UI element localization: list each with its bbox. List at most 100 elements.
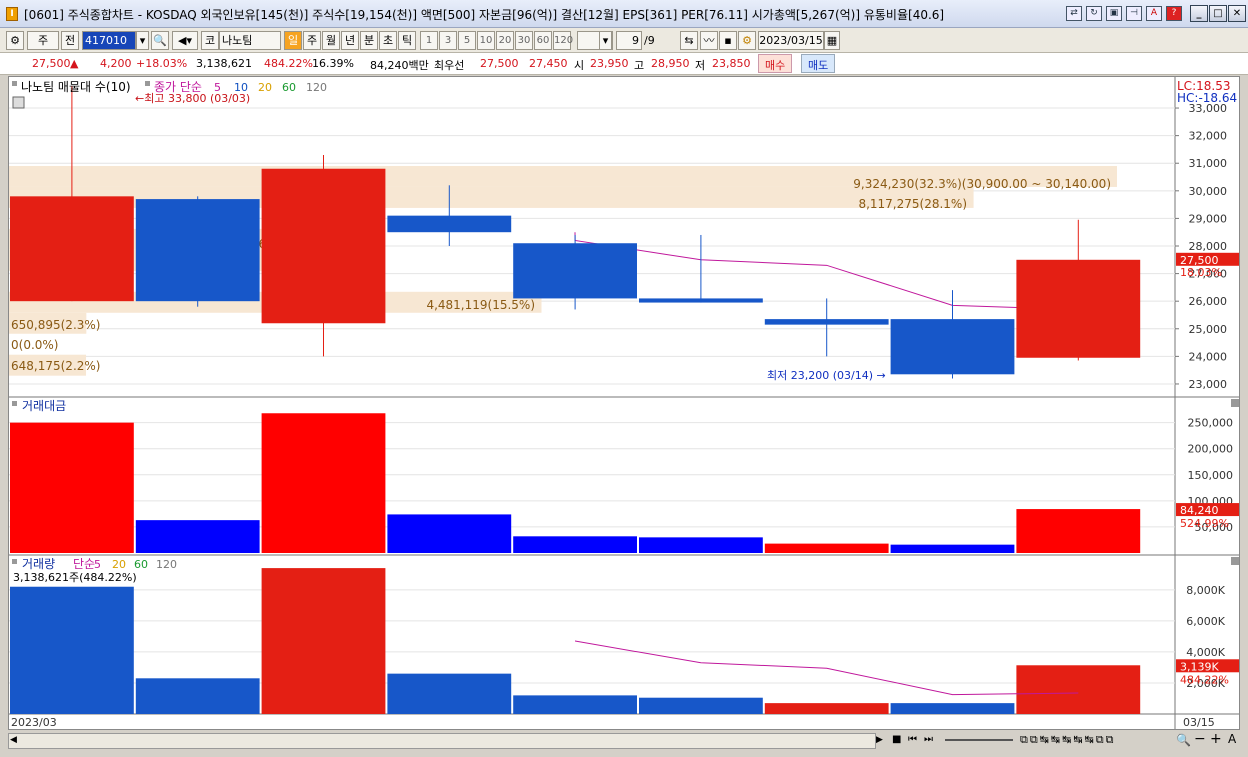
interval-button-60[interactable]: 60 bbox=[534, 31, 552, 50]
zoom-in-icon[interactable]: + bbox=[1210, 731, 1222, 747]
zoom-icon[interactable]: 🔍 bbox=[1176, 733, 1191, 747]
save-icon[interactable]: ▪ bbox=[719, 31, 737, 50]
volume-bar bbox=[387, 673, 512, 714]
low-label: 저 bbox=[695, 59, 706, 72]
current-amount-pct: 524.99% bbox=[1180, 517, 1229, 530]
settings-icon[interactable]: ⚙ bbox=[6, 31, 24, 50]
trend-icon[interactable]: 〰 bbox=[700, 31, 718, 50]
panel-close-icon bbox=[1231, 399, 1239, 407]
amount-axis-label: 200,000 bbox=[1188, 443, 1234, 456]
window-titlebar: I [0601] 주식종합차트 - KOSDAQ 외국인보유[145(천)] 주… bbox=[0, 0, 1248, 28]
period-button-3[interactable]: 년 bbox=[341, 31, 359, 50]
period-button-4[interactable]: 분 bbox=[360, 31, 378, 50]
interval-button-30[interactable]: 30 bbox=[515, 31, 533, 50]
price-axis-label: 26,000 bbox=[1189, 295, 1228, 308]
window-title: [0601] 주식종합차트 - KOSDAQ 외국인보유[145(천)] 주식수… bbox=[24, 8, 945, 22]
date-input[interactable]: 2023/03/15 bbox=[758, 31, 824, 50]
volume-ma-period: 120 bbox=[156, 558, 177, 571]
priority-label: 최우선 bbox=[434, 59, 465, 72]
amount-bar bbox=[387, 514, 512, 553]
stock-name-field[interactable]: 나노팀 bbox=[219, 31, 281, 50]
price-axis-label: 32,000 bbox=[1189, 130, 1228, 143]
page-count[interactable]: 9 bbox=[616, 31, 642, 50]
legend-bullet bbox=[145, 81, 150, 86]
buy-button[interactable]: 매수 bbox=[758, 54, 793, 73]
amount-bar bbox=[639, 537, 763, 553]
legend-bullet bbox=[12, 81, 17, 86]
prefix-select[interactable]: 주 bbox=[27, 31, 59, 50]
stop-icon[interactable]: ■ bbox=[892, 734, 901, 745]
volume-bar bbox=[764, 703, 889, 714]
volume-ma5-line bbox=[575, 640, 1079, 696]
volume-bar bbox=[10, 586, 134, 714]
gear-icon[interactable]: ⚙ bbox=[738, 31, 756, 50]
font-size-icon[interactable]: A bbox=[1228, 732, 1236, 746]
open-label: 시 bbox=[574, 59, 585, 72]
candle-body bbox=[890, 319, 1015, 375]
period-button-6[interactable]: 틱 bbox=[398, 31, 416, 50]
period-button-2[interactable]: 월 bbox=[322, 31, 340, 50]
volume-axis-label: 6,000K bbox=[1186, 615, 1225, 628]
interval-dropdown-icon[interactable]: ▾ bbox=[599, 31, 612, 50]
volume-bar bbox=[639, 697, 763, 714]
layout-icons[interactable]: ⧉⧉↹↹↹↹↹⧉⧉ bbox=[1020, 733, 1116, 747]
period-button-1[interactable]: 주 bbox=[303, 31, 321, 50]
interval-button-1[interactable]: 1 bbox=[420, 31, 438, 50]
interval-button-120[interactable]: 120 bbox=[553, 31, 573, 50]
help-icon[interactable]: ? bbox=[1166, 6, 1182, 21]
font-icon[interactable]: A bbox=[1146, 6, 1162, 21]
first-icon[interactable]: ⏮ bbox=[908, 734, 917, 745]
sound-icon[interactable]: ◀▾ bbox=[172, 31, 198, 50]
volume-profile-label: 9,324,230(32.3%)(30,900.00 ~ 30,140.00) bbox=[853, 177, 1111, 191]
chart-canvas[interactable]: 33,00032,00031,00030,00029,00028,00027,0… bbox=[9, 77, 1239, 729]
volume-profile-label: 650,895(2.3%) bbox=[11, 318, 100, 332]
x-axis-start-label: 2023/03 bbox=[11, 716, 57, 729]
price-axis-label: 25,000 bbox=[1189, 323, 1228, 336]
low-price: 23,850 bbox=[712, 57, 751, 70]
sell-button[interactable]: 매도 bbox=[801, 54, 836, 73]
zoom-slider[interactable] bbox=[945, 739, 1013, 741]
swap-icon[interactable]: ⇆ bbox=[680, 31, 698, 50]
interval-button-10[interactable]: 10 bbox=[477, 31, 495, 50]
code-dropdown-icon[interactable]: ▾ bbox=[136, 31, 149, 50]
pin-icon[interactable]: ⊣ bbox=[1126, 6, 1142, 21]
scroll-left-icon[interactable]: ◀ bbox=[10, 735, 17, 745]
ma5-line bbox=[574, 232, 1079, 310]
scroll-right-icon[interactable]: ▶ bbox=[876, 735, 883, 745]
prefix-button[interactable]: 전 bbox=[61, 31, 79, 50]
volume-info: 3,138,621주(484.22%) bbox=[13, 571, 137, 584]
scrollbar-track[interactable] bbox=[8, 733, 876, 749]
interval-button-5[interactable]: 5 bbox=[458, 31, 476, 50]
amount-bar bbox=[513, 536, 637, 553]
close-button[interactable]: ✕ bbox=[1228, 5, 1246, 22]
minimize-button[interactable]: _ bbox=[1190, 5, 1208, 22]
volume-axis-label: 8,000K bbox=[1186, 584, 1225, 597]
refresh-icon[interactable]: ↻ bbox=[1086, 6, 1102, 21]
price-legend: 나노팀 매물대 수(10) bbox=[21, 80, 131, 94]
amount-legend: 거래대금 bbox=[22, 399, 66, 413]
volume-profile-label: 8,117,275(28.1%) bbox=[858, 197, 967, 211]
price-change-pct: +18.03% bbox=[136, 57, 188, 70]
open-price: 23,950 bbox=[590, 57, 629, 70]
ask-price: 27,500 bbox=[480, 57, 519, 70]
volume-ma-period: 20 bbox=[112, 558, 126, 571]
interval-button-3[interactable]: 3 bbox=[439, 31, 457, 50]
calendar-icon[interactable]: ▦ bbox=[824, 31, 840, 50]
code-input[interactable]: 417010 bbox=[82, 31, 136, 50]
volume-profile-label: 4,481,119(15.5%) bbox=[426, 298, 535, 312]
period-button-5[interactable]: 초 bbox=[379, 31, 397, 50]
search-icon[interactable]: 🔍 bbox=[151, 31, 169, 50]
window-icon[interactable]: ▣ bbox=[1106, 6, 1122, 21]
maximize-button[interactable]: □ bbox=[1209, 5, 1227, 22]
interval-button-20[interactable]: 20 bbox=[496, 31, 514, 50]
amount-bar bbox=[1016, 509, 1141, 553]
high-label: 고 bbox=[634, 59, 645, 72]
last-icon[interactable]: ⏭ bbox=[924, 734, 933, 745]
link-icon[interactable]: ⇄ bbox=[1066, 6, 1082, 21]
zoom-out-icon[interactable]: − bbox=[1194, 731, 1206, 747]
chart-area[interactable]: 33,000 32,000 31,000 30,000 29,000 28,000 27,0… bbox=[8, 76, 1240, 730]
amount-bar bbox=[10, 422, 134, 553]
volume-bar bbox=[135, 678, 260, 714]
market-label: 코 bbox=[201, 31, 219, 50]
period-button-0[interactable]: 일 bbox=[284, 31, 302, 50]
